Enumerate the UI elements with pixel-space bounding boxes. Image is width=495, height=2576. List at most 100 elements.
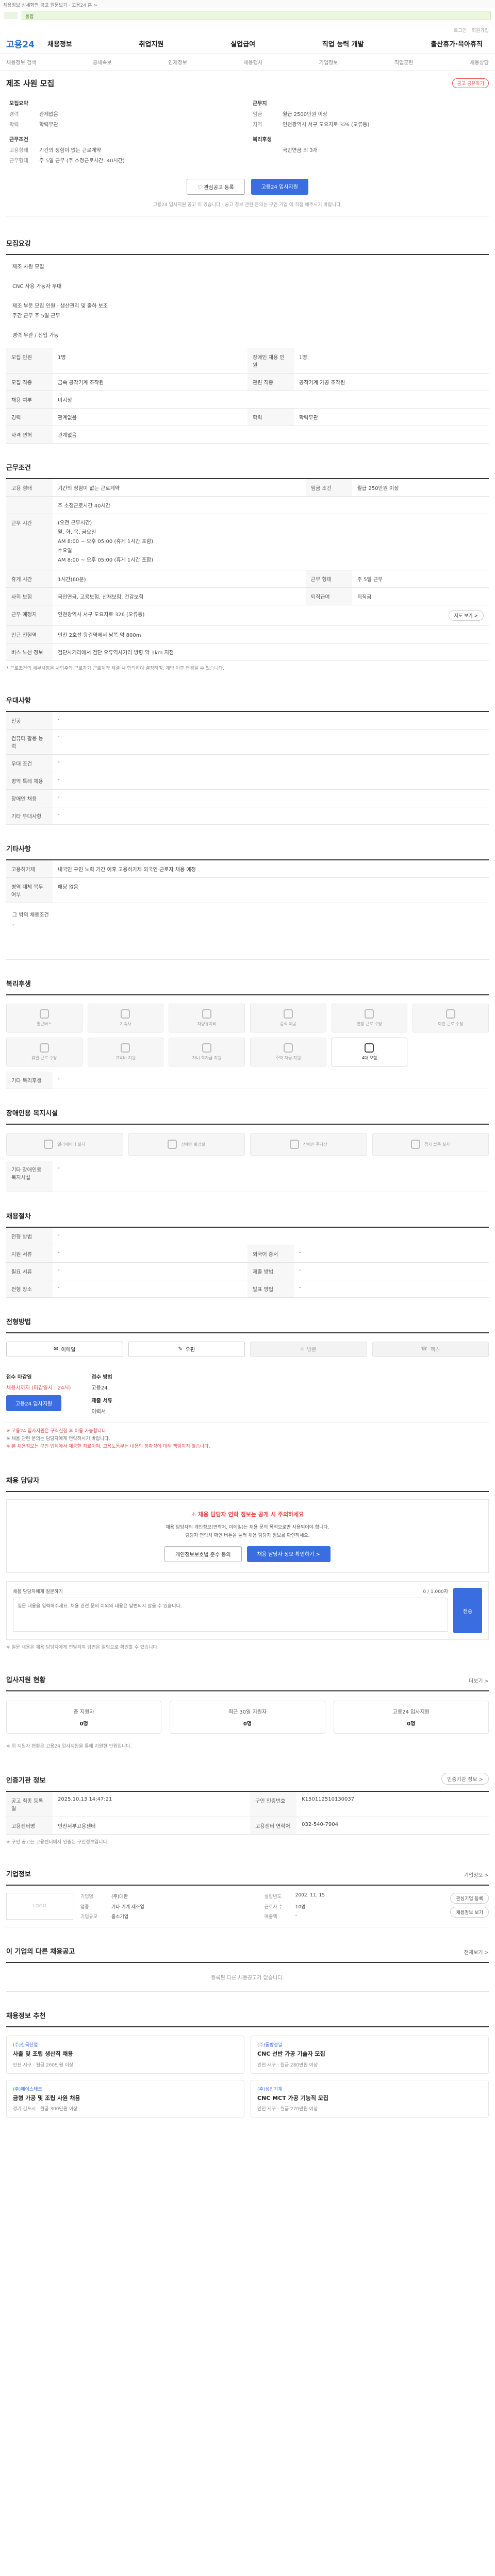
section-title: 기타사항 [6, 845, 31, 854]
cell-value: 관계없음 [53, 408, 248, 426]
cell-value: 금속 공작기계 조작원 [53, 373, 248, 391]
subnav-item[interactable]: 채용상담 [470, 58, 489, 66]
cell-value: 내국인 구인 노력 기간 이후 고용허가제 외국인 근로자 채용 예정 [53, 860, 489, 878]
subnav-item[interactable]: 채용행사 [243, 58, 262, 66]
rec-title: 사출 및 조립 생산직 채용 [13, 2050, 73, 2058]
subnav-item[interactable]: 채용정보 검색 [6, 58, 36, 66]
method-post[interactable]: ✎ 우편 [128, 1341, 245, 1357]
inquiry-textarea[interactable] [13, 1598, 448, 1632]
interest-button[interactable]: ♡ 관심공고 등록 [187, 179, 245, 195]
welfare-section: 복리후생 통근버스 기숙사 차량유지비 중식 제공 연장 근로 수당 야간 근로… [0, 960, 495, 1090]
inquiry-send-button[interactable]: 전송 [453, 1588, 482, 1634]
cell-value: 퇴직금 [352, 587, 489, 605]
gnb-item-employment-support[interactable]: 취업지원 [139, 39, 164, 48]
summary-value: 월급 2500만원 이상 [283, 112, 328, 117]
info-value: 중소기업 [111, 1914, 129, 1920]
others-more-link[interactable]: 전체보기 > [464, 1948, 489, 1956]
alert-title: ⚠ 채용 담당자 연락 정보는 공개 시 주의하세요 [13, 1510, 482, 1518]
info-value: - [295, 1912, 297, 1918]
cell-value: - [53, 712, 489, 730]
cell-key [6, 496, 53, 514]
recommend-card[interactable]: (주)동방정밀 CNC 선반 가공 기술자 모집 인천 서구 · 월급 280만원 … [251, 2036, 489, 2074]
summary-value: 기간의 정함이 없는 근로계약 [39, 148, 101, 154]
subnav-item[interactable]: 인재정보 [168, 58, 187, 66]
recommend-grid: (주)한국산업 사출 및 조립 생산직 채용 인천 서구 · 월급 260만원 이상… [6, 2027, 489, 2133]
stat-label: 고용24 입사지원 [392, 1709, 430, 1715]
table-row: 컴퓨터 활용 능력 - [6, 729, 489, 755]
company-favorite-button[interactable]: 관심기업 등록 [450, 1893, 489, 1904]
job-header: 제조 사원 모집 공고 공유하기 모집요약 경력 관계없음 학력 학력무관 근무조건… [0, 71, 495, 219]
gnb-item-leave[interactable]: 출산휴가·육아휴직 [431, 39, 483, 48]
cell-key: 자격 면허 [6, 426, 53, 444]
company-more-link[interactable]: 기업정보 > [464, 1871, 489, 1878]
recommend-card[interactable]: (주)에이스테크 금형 가공 및 조립 사원 채용 경기 김포시 · 월급 300만… [6, 2079, 244, 2118]
signup-link[interactable]: 회원가입 [472, 27, 489, 33]
apply-button[interactable]: 고용24 입사지원 [251, 179, 308, 195]
method-fax: ☎ 팩스 [372, 1341, 489, 1357]
cell-key: 고용센터 연락처 [250, 1817, 297, 1835]
cell-value: - [53, 807, 489, 825]
company-info: 기업명 (주)대한 설립년도 2002. 11. 15 업종 기타 기계 제조업 근로자 … [80, 1893, 443, 1920]
cell-value: - [294, 1280, 489, 1298]
gnb-item-training[interactable]: 직업 능력 개발 [322, 39, 364, 48]
preference-table: 전공 - 컴퓨터 활용 능력 - 우대 조건 - 병역 특례 채용 - 장애인 채용 - … [6, 712, 489, 825]
login-link[interactable]: 로그인 [454, 27, 467, 33]
cell-value: 국민연금, 고용보험, 산재보험, 건강보험 [53, 587, 306, 605]
welfare-tile: 휴일 근로 수당 [6, 1038, 82, 1067]
cell-value: K150112510130037 [296, 1791, 489, 1817]
tile-label: 중식 제공 [279, 1022, 296, 1027]
recruit-section: 모집요강 제조 사원 모집 CNC 사용 가능자 우대 제조 부문 모집 인원 … [0, 219, 495, 444]
job-summary: 모집요약 경력 관계없음 학력 학력무관 근무조건 고용형태 기간의 정함이 없는 근… [6, 99, 489, 166]
cell-key: 인근 전철역 [6, 625, 53, 643]
inquiry-label: 채용 담당자에게 질문하기 [13, 1589, 63, 1595]
facility-tile: 엘리베이터 설치 [6, 1133, 123, 1156]
method-label: 팩스 [430, 1347, 440, 1353]
method-value: 고용24 [91, 1385, 108, 1391]
gnb-item-jobs[interactable]: 채용정보 [47, 39, 72, 48]
cell-value: - [294, 1262, 489, 1280]
disabled-support-section: 장애인용 복지시설 엘리베이터 설치 장애인 화장실 장애인 주차장 점자 블록… [0, 1089, 495, 1192]
privacy-agree-button[interactable]: 개인정보보호법 준수 동의 [164, 1546, 242, 1563]
subnav-item[interactable]: 직업훈련 [394, 58, 414, 66]
table-row: 기타 장애인용 복지시설 - [6, 1161, 489, 1192]
cell-value: - [53, 1245, 248, 1263]
cell-key: 고용센터명 [6, 1817, 53, 1835]
table-row: 버스 노선 정보 검단사거리에서 검단 오류역사거리 방향 약 1km 지점 [6, 643, 489, 661]
gnb-item-unemployment[interactable]: 실업급여 [230, 39, 255, 48]
mini-logo[interactable] [4, 12, 18, 19]
company-buttons: 관심기업 등록 채용정보 보기 [450, 1893, 489, 1920]
deadline-col: 접수 마감일 채용시까지 (마감일시 : 24시) 고용24 입사지원 [6, 1372, 71, 1415]
table-row: 근무 예정지 인천광역시 서구 도요지로 326 (오류동) 지도 보기 > [6, 605, 489, 626]
recommend-card[interactable]: (주)성진기계 CNC MCT 가공 기능직 모집 인천 서구 · 월급 270만원… [251, 2079, 489, 2118]
search-input[interactable]: 통합 [22, 11, 491, 20]
section-title: 이 기업의 다른 채용공고 [6, 1948, 75, 1956]
cell-value: - [53, 1161, 489, 1192]
status-more-link[interactable]: 더보기 > [469, 1676, 489, 1684]
subnav-item[interactable]: 기업정보 [319, 58, 338, 66]
subnav-item[interactable]: 공채속보 [93, 58, 112, 66]
table-row: 고용센터명 인천서부고용센터 고용센터 연락처 032-540-7904 [6, 1817, 489, 1835]
cell-key: 사회 보험 [6, 587, 53, 605]
method-label: 이메일 [61, 1347, 76, 1353]
method-email[interactable]: ✉ 이메일 [6, 1341, 123, 1357]
apply-submit-button[interactable]: 고용24 입사지원 [6, 1395, 62, 1411]
contact-view-button[interactable]: 채용 담당자 정보 확인하기 > [246, 1546, 331, 1563]
table-row: 필요 서류 - 제출 방법 - [6, 1262, 489, 1280]
recommend-card[interactable]: (주)한국산업 사출 및 조립 생산직 채용 인천 서구 · 월급 260만원 이상 [6, 2036, 244, 2074]
welfare-tile: 기숙사 [87, 1004, 164, 1033]
process-section: 채용절차 전형 방법 - 지원 서류 - 외국어 증서 - 필요 서류 - 제출 방법 - 전… [0, 1192, 495, 1298]
info-link[interactable]: 인증기관 정보 > [441, 1772, 489, 1785]
company-section: 기업정보 기업정보 > LOGO 기업명 (주)대한 설립년도 2002. 11. 15… [0, 1850, 495, 1928]
rec-title: CNC MCT 가공 기능직 모집 [257, 2094, 329, 2102]
summary-heading: 모집요약 [9, 101, 28, 107]
table-row: 지원 서류 - 외국어 증서 - [6, 1245, 489, 1263]
company-jobs-button[interactable]: 채용정보 보기 [450, 1907, 489, 1918]
site-logo[interactable]: 고용24 [6, 37, 47, 50]
share-button[interactable]: 공고 공유하기 [452, 78, 489, 88]
map-button[interactable]: 지도 보기 > [448, 610, 484, 621]
cell-key: 외국어 증서 [248, 1245, 294, 1263]
global-nav: 고용24 채용정보 취업지원 실업급여 직업 능력 개발 출산휴가·육아휴직 [0, 33, 495, 54]
cell-key: 고용허가제 [6, 860, 53, 878]
section-title: 복리후생 [6, 980, 31, 989]
welfare-tile: 연장 근로 수당 [331, 1004, 408, 1033]
